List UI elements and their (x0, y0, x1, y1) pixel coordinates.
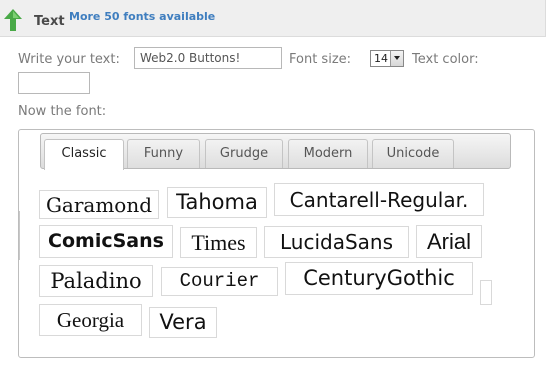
text-color-label: Text color: (412, 52, 479, 67)
text-input[interactable] (134, 47, 282, 69)
text-color-input[interactable] (18, 72, 90, 94)
text-label: Write your text: (18, 52, 120, 67)
font-option-comicsans[interactable]: ComicSans (39, 225, 173, 258)
chevron-down-icon[interactable] (390, 51, 403, 66)
divider (19, 211, 20, 260)
tab-unicode[interactable]: Unicode (372, 139, 454, 168)
font-option-tahoma[interactable]: Tahoma (167, 187, 267, 218)
section-title: Text (34, 14, 65, 29)
tab-classic[interactable]: Classic (44, 139, 124, 170)
font-option-garamond[interactable]: Garamond (39, 190, 159, 219)
tab-funny[interactable]: Funny (127, 139, 200, 168)
font-option-cantarell[interactable]: Cantarell-Regular. (274, 183, 484, 216)
empty-font-option[interactable] (480, 280, 492, 305)
font-option-paladino[interactable]: Paladino (39, 265, 153, 297)
font-option-arial[interactable]: Arial (416, 225, 482, 258)
font-option-courier[interactable]: Courier (161, 267, 278, 296)
font-option-lucidasans[interactable]: LucidaSans (264, 226, 409, 258)
tab-modern[interactable]: Modern (288, 139, 368, 168)
font-size-value: 14 (374, 52, 388, 65)
arrow-up-icon[interactable] (4, 9, 22, 31)
font-option-centurygothic[interactable]: CenturyGothic (285, 262, 473, 295)
font-option-times[interactable]: Times (180, 227, 257, 258)
font-section-label: Now the font: (18, 104, 107, 119)
font-size-label: Font size: (289, 52, 352, 67)
tab-grudge[interactable]: Grudge (205, 139, 283, 168)
more-fonts-link[interactable]: More 50 fonts available (69, 10, 215, 23)
font-size-select[interactable]: 14 (370, 50, 404, 67)
font-option-vera[interactable]: Vera (149, 307, 217, 338)
font-option-georgia[interactable]: Georgia (39, 304, 142, 336)
